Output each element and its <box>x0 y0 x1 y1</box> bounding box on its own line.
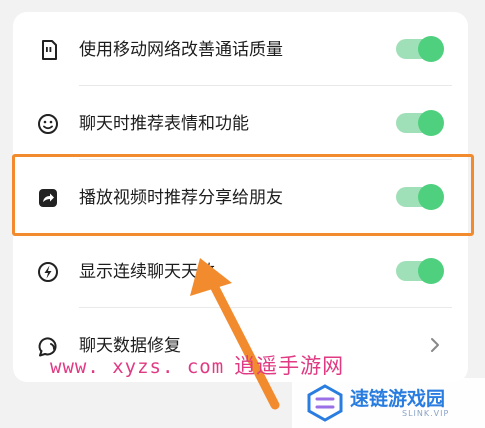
highlight-box <box>12 154 474 236</box>
toggle-switch-on[interactable] <box>396 110 444 136</box>
setting-label: 显示连续聊天天数 <box>79 262 215 282</box>
logo-sub: SLINK.VIP <box>402 409 450 418</box>
sim-card-icon <box>42 40 57 60</box>
toggle-switch-on[interactable] <box>396 36 444 62</box>
setting-row-mobile-network[interactable]: 使用移动网络改善通话质量 <box>13 12 468 86</box>
watermark-url: www. xyzs. com <box>50 356 225 378</box>
logo-name: 速链游戏园 <box>350 388 446 410</box>
watermark-site: 逍遥手游网 <box>234 354 345 378</box>
setting-row-chat-streak[interactable]: 显示连续聊天天数 <box>13 234 468 308</box>
watermark-text: www. xyzs. com 逍遥手游网 <box>50 350 344 380</box>
setting-label: 聊天时推荐表情和功能 <box>79 114 249 134</box>
logo-mark-icon <box>307 384 343 422</box>
chevron-right-icon <box>431 338 439 352</box>
lightning-icon <box>38 261 58 283</box>
setting-row-chat-recommend[interactable]: 聊天时推荐表情和功能 <box>13 86 468 160</box>
smiley-icon <box>38 114 58 134</box>
toggle-switch-on[interactable] <box>396 258 444 284</box>
setting-label: 使用移动网络改善通话质量 <box>79 40 283 60</box>
site-logo: 速链游戏园 SLINK.VIP <box>292 378 485 428</box>
